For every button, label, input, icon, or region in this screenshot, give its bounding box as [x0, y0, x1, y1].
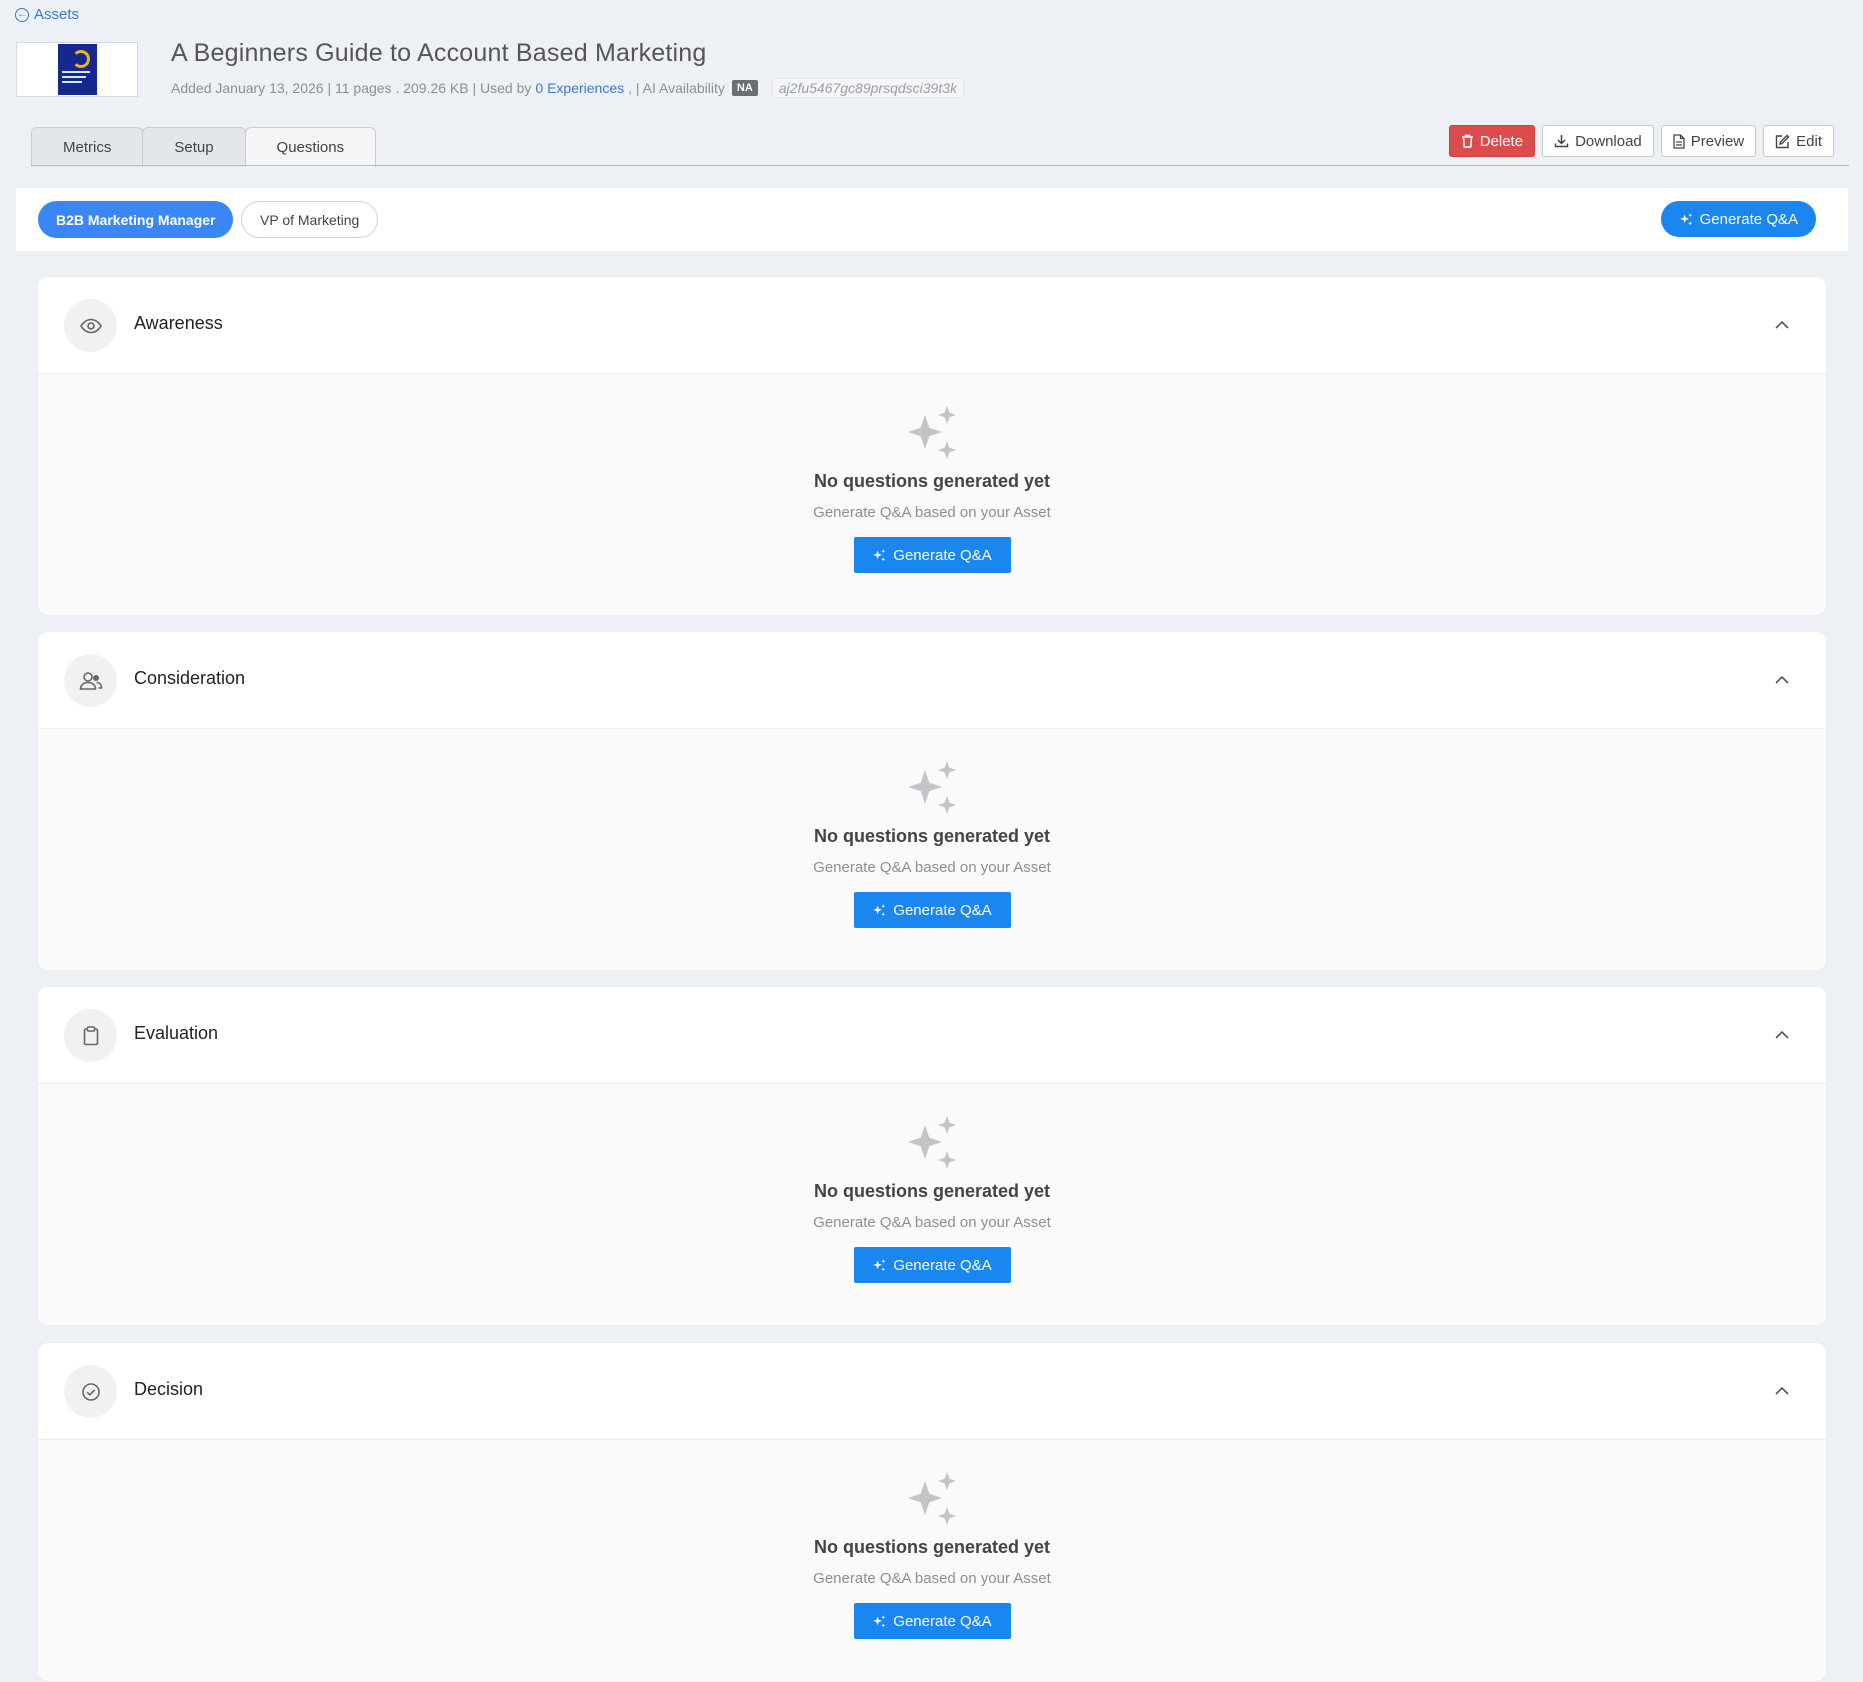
sparkle-icon	[908, 761, 956, 814]
chevron-up-icon[interactable]	[1773, 670, 1791, 688]
sparkle-icon	[1679, 212, 1692, 225]
empty-title: No questions generated yet	[813, 826, 1051, 846]
chevron-up-icon[interactable]	[1773, 1381, 1791, 1399]
empty-state: No questions generated yet Generate Q&A …	[38, 729, 1826, 928]
asset-hash: aj2fu5467gc89prsqdsci39t3k	[771, 78, 965, 98]
document-icon	[1673, 133, 1685, 149]
tab-questions[interactable]: Questions	[244, 127, 377, 167]
asset-added-info: Added January 13, 2026 | 11 pages . 209.…	[171, 80, 532, 96]
empty-subtitle: Generate Q&A based on your Asset	[813, 504, 1051, 521]
generate-qa-button[interactable]: Generate Q&A	[853, 892, 1011, 928]
section-evaluation: Evaluation No questions generated yet Ge…	[38, 987, 1826, 1325]
section-header-awareness[interactable]: Awareness	[38, 277, 1826, 374]
empty-state: No questions generated yet Generate Q&A …	[38, 1440, 1826, 1639]
generate-qa-all-label: Generate Q&A	[1699, 210, 1798, 228]
section-header-evaluation[interactable]: Evaluation	[38, 987, 1826, 1084]
section-title: Evaluation	[134, 1023, 219, 1043]
edit-icon	[1775, 134, 1790, 148]
generate-qa-all-button[interactable]: Generate Q&A	[1660, 201, 1816, 237]
empty-subtitle: Generate Q&A based on your Asset	[813, 1214, 1051, 1231]
ai-availability-badge: NA	[731, 80, 758, 96]
sparkle-icon	[908, 1116, 956, 1169]
persona-b2b-marketing-manager[interactable]: B2B Marketing Manager	[38, 201, 234, 238]
empty-subtitle: Generate Q&A based on your Asset	[813, 1570, 1051, 1587]
sparkle-icon	[873, 903, 886, 916]
sparkle-icon	[873, 1614, 886, 1627]
persona-vp-of-marketing[interactable]: VP of Marketing	[241, 201, 379, 238]
sparkle-icon	[873, 1258, 886, 1271]
arrow-left-icon: ←	[15, 7, 29, 22]
section-consideration: Consideration No questions generated yet…	[38, 632, 1826, 970]
tab-divider	[31, 165, 1849, 166]
empty-state: No questions generated yet Generate Q&A …	[38, 1084, 1826, 1283]
generate-qa-button[interactable]: Generate Q&A	[853, 537, 1011, 573]
section-awareness: Awareness No questions generated yet Gen…	[38, 277, 1826, 615]
trash-icon	[1461, 134, 1473, 148]
generate-qa-label: Generate Q&A	[893, 546, 992, 564]
download-icon	[1554, 135, 1569, 148]
edit-button[interactable]: Edit	[1763, 125, 1834, 157]
asset-actions: Delete Download Preview Edit	[1448, 125, 1834, 157]
clipboard-icon	[64, 1009, 117, 1062]
experiences-link[interactable]: 0 Experiences	[535, 80, 624, 96]
ai-availability-label: , | AI Availability	[628, 80, 725, 96]
generate-qa-label: Generate Q&A	[893, 901, 992, 919]
section-title: Consideration	[134, 668, 246, 688]
delete-button[interactable]: Delete	[1448, 125, 1536, 157]
section-decision: Decision No questions generated yet Gene…	[38, 1343, 1826, 1681]
asset-meta: Added January 13, 2026 | 11 pages . 209.…	[171, 78, 965, 98]
tab-metrics[interactable]: Metrics	[31, 127, 144, 167]
chevron-up-icon[interactable]	[1773, 1025, 1791, 1043]
download-label: Download	[1575, 132, 1642, 150]
eye-icon	[64, 299, 117, 352]
section-title: Awareness	[134, 313, 223, 333]
check-circle-icon	[64, 1365, 117, 1418]
empty-state: No questions generated yet Generate Q&A …	[38, 374, 1826, 573]
persona-bar: B2B Marketing Manager VP of Marketing Ge…	[16, 188, 1848, 251]
sparkle-icon	[873, 548, 886, 561]
download-button[interactable]: Download	[1542, 125, 1654, 157]
sparkle-icon	[908, 406, 956, 459]
empty-title: No questions generated yet	[813, 471, 1051, 491]
asset-title: A Beginners Guide to Account Based Marke…	[171, 39, 707, 67]
users-icon	[64, 654, 117, 707]
generate-qa-button[interactable]: Generate Q&A	[853, 1247, 1011, 1283]
section-title: Decision	[134, 1379, 204, 1399]
generate-qa-label: Generate Q&A	[893, 1256, 992, 1274]
generate-qa-label: Generate Q&A	[893, 1612, 992, 1630]
asset-tabs: Metrics Setup Questions	[31, 127, 377, 167]
sparkle-icon	[908, 1472, 956, 1525]
generate-qa-button[interactable]: Generate Q&A	[853, 1603, 1011, 1639]
empty-subtitle: Generate Q&A based on your Asset	[813, 859, 1051, 876]
section-header-consideration[interactable]: Consideration	[38, 632, 1826, 729]
asset-cover-image	[57, 44, 97, 95]
empty-title: No questions generated yet	[813, 1181, 1051, 1201]
back-link-label: Assets	[34, 6, 80, 23]
tab-setup[interactable]: Setup	[142, 127, 246, 167]
edit-label: Edit	[1796, 132, 1822, 150]
preview-button[interactable]: Preview	[1660, 125, 1757, 157]
chevron-up-icon[interactable]	[1773, 315, 1791, 333]
section-header-decision[interactable]: Decision	[38, 1343, 1826, 1440]
asset-thumbnail	[16, 42, 138, 97]
empty-title: No questions generated yet	[813, 1537, 1051, 1557]
preview-label: Preview	[1690, 132, 1745, 150]
delete-label: Delete	[1479, 132, 1524, 150]
back-to-assets-link[interactable]: ← Assets	[15, 6, 79, 23]
